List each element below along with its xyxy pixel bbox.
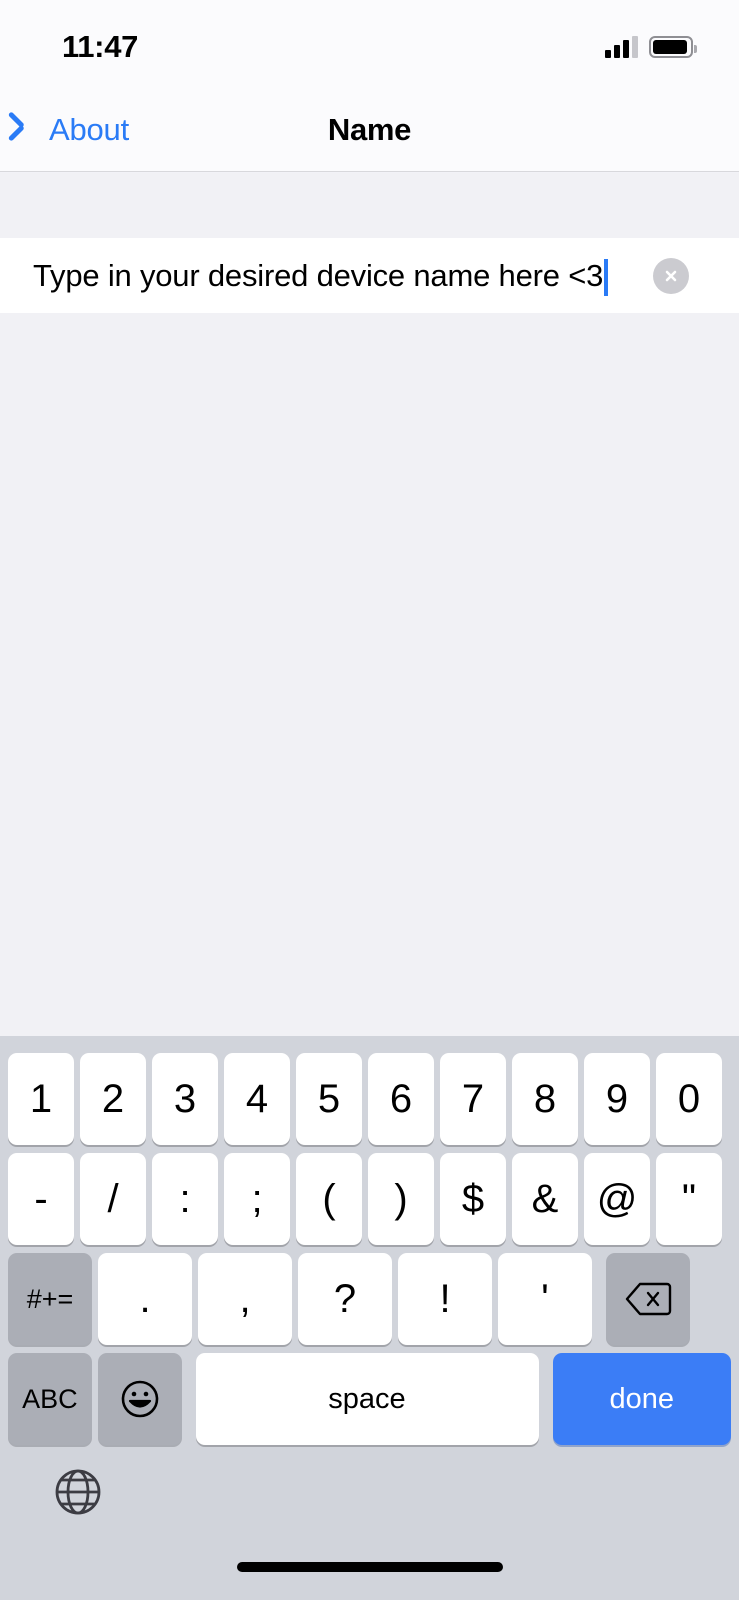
- chevron-left-icon: [18, 113, 40, 147]
- cellular-signal-icon: [605, 36, 638, 58]
- key-exclamation-mark[interactable]: !: [398, 1253, 492, 1345]
- text-caret: [604, 259, 609, 296]
- key-5[interactable]: 5: [296, 1053, 362, 1145]
- status-bar-indicators: [605, 36, 697, 58]
- key-7[interactable]: 7: [440, 1053, 506, 1145]
- key-double-quote[interactable]: ": [656, 1153, 722, 1245]
- iphone-screen: 11:47 Name About Type in your desired de…: [0, 0, 739, 1600]
- key-space[interactable]: space: [195, 1353, 539, 1445]
- home-indicator[interactable]: [236, 1562, 503, 1572]
- key-hyphen[interactable]: -: [8, 1153, 74, 1245]
- back-button-label: About: [49, 111, 130, 147]
- key-3[interactable]: 3: [152, 1053, 218, 1145]
- device-name-input[interactable]: Type in your desired device name here <3: [33, 258, 603, 294]
- key-slash[interactable]: /: [80, 1153, 146, 1245]
- key-2[interactable]: 2: [80, 1053, 146, 1145]
- status-bar: 11:47: [0, 0, 739, 88]
- key-symbols-alt[interactable]: #+=: [8, 1253, 92, 1345]
- navigation-bar: Name About: [0, 88, 739, 172]
- key-at-sign[interactable]: @: [584, 1153, 650, 1245]
- clear-circle-icon[interactable]: [653, 257, 689, 294]
- key-4[interactable]: 4: [224, 1053, 290, 1145]
- back-button[interactable]: About: [18, 112, 129, 148]
- globe-icon[interactable]: [48, 1462, 108, 1522]
- key-period[interactable]: .: [98, 1253, 192, 1345]
- key-ampersand[interactable]: &: [512, 1153, 578, 1245]
- key-apostrophe[interactable]: ': [498, 1253, 592, 1345]
- keyboard-number-row: 1 2 3 4 5 6 7 8 9 0: [0, 1053, 739, 1145]
- key-left-paren[interactable]: (: [296, 1153, 362, 1245]
- battery-icon: [649, 36, 697, 58]
- key-9[interactable]: 9: [584, 1053, 650, 1145]
- key-right-paren[interactable]: ): [368, 1153, 434, 1245]
- key-1[interactable]: 1: [8, 1053, 74, 1145]
- on-screen-keyboard: 1 2 3 4 5 6 7 8 9 0 - / : ; ( ) $ & @ " …: [0, 1036, 739, 1600]
- key-dollar[interactable]: $: [440, 1153, 506, 1245]
- key-question-mark[interactable]: ?: [298, 1253, 392, 1345]
- key-semicolon[interactable]: ;: [224, 1153, 290, 1245]
- keyboard-symbol-row: - / : ; ( ) $ & @ ": [0, 1153, 739, 1245]
- emoji-icon[interactable]: [97, 1353, 182, 1445]
- device-name-field-cell[interactable]: Type in your desired device name here <3: [0, 238, 739, 313]
- status-bar-time: 11:47: [62, 29, 139, 64]
- key-done[interactable]: done: [552, 1353, 731, 1445]
- key-8[interactable]: 8: [512, 1053, 578, 1145]
- content-area: Type in your desired device name here <3: [0, 173, 739, 1036]
- key-abc-switch[interactable]: ABC: [8, 1353, 92, 1445]
- key-comma[interactable]: ,: [198, 1253, 292, 1345]
- keyboard-punctuation-row: #+= . , ? ! ': [0, 1253, 739, 1345]
- key-colon[interactable]: :: [152, 1153, 218, 1245]
- key-6[interactable]: 6: [368, 1053, 434, 1145]
- key-0[interactable]: 0: [656, 1053, 722, 1145]
- keyboard-bottom-row: ABC space done: [0, 1353, 739, 1445]
- backspace-icon[interactable]: [606, 1253, 690, 1345]
